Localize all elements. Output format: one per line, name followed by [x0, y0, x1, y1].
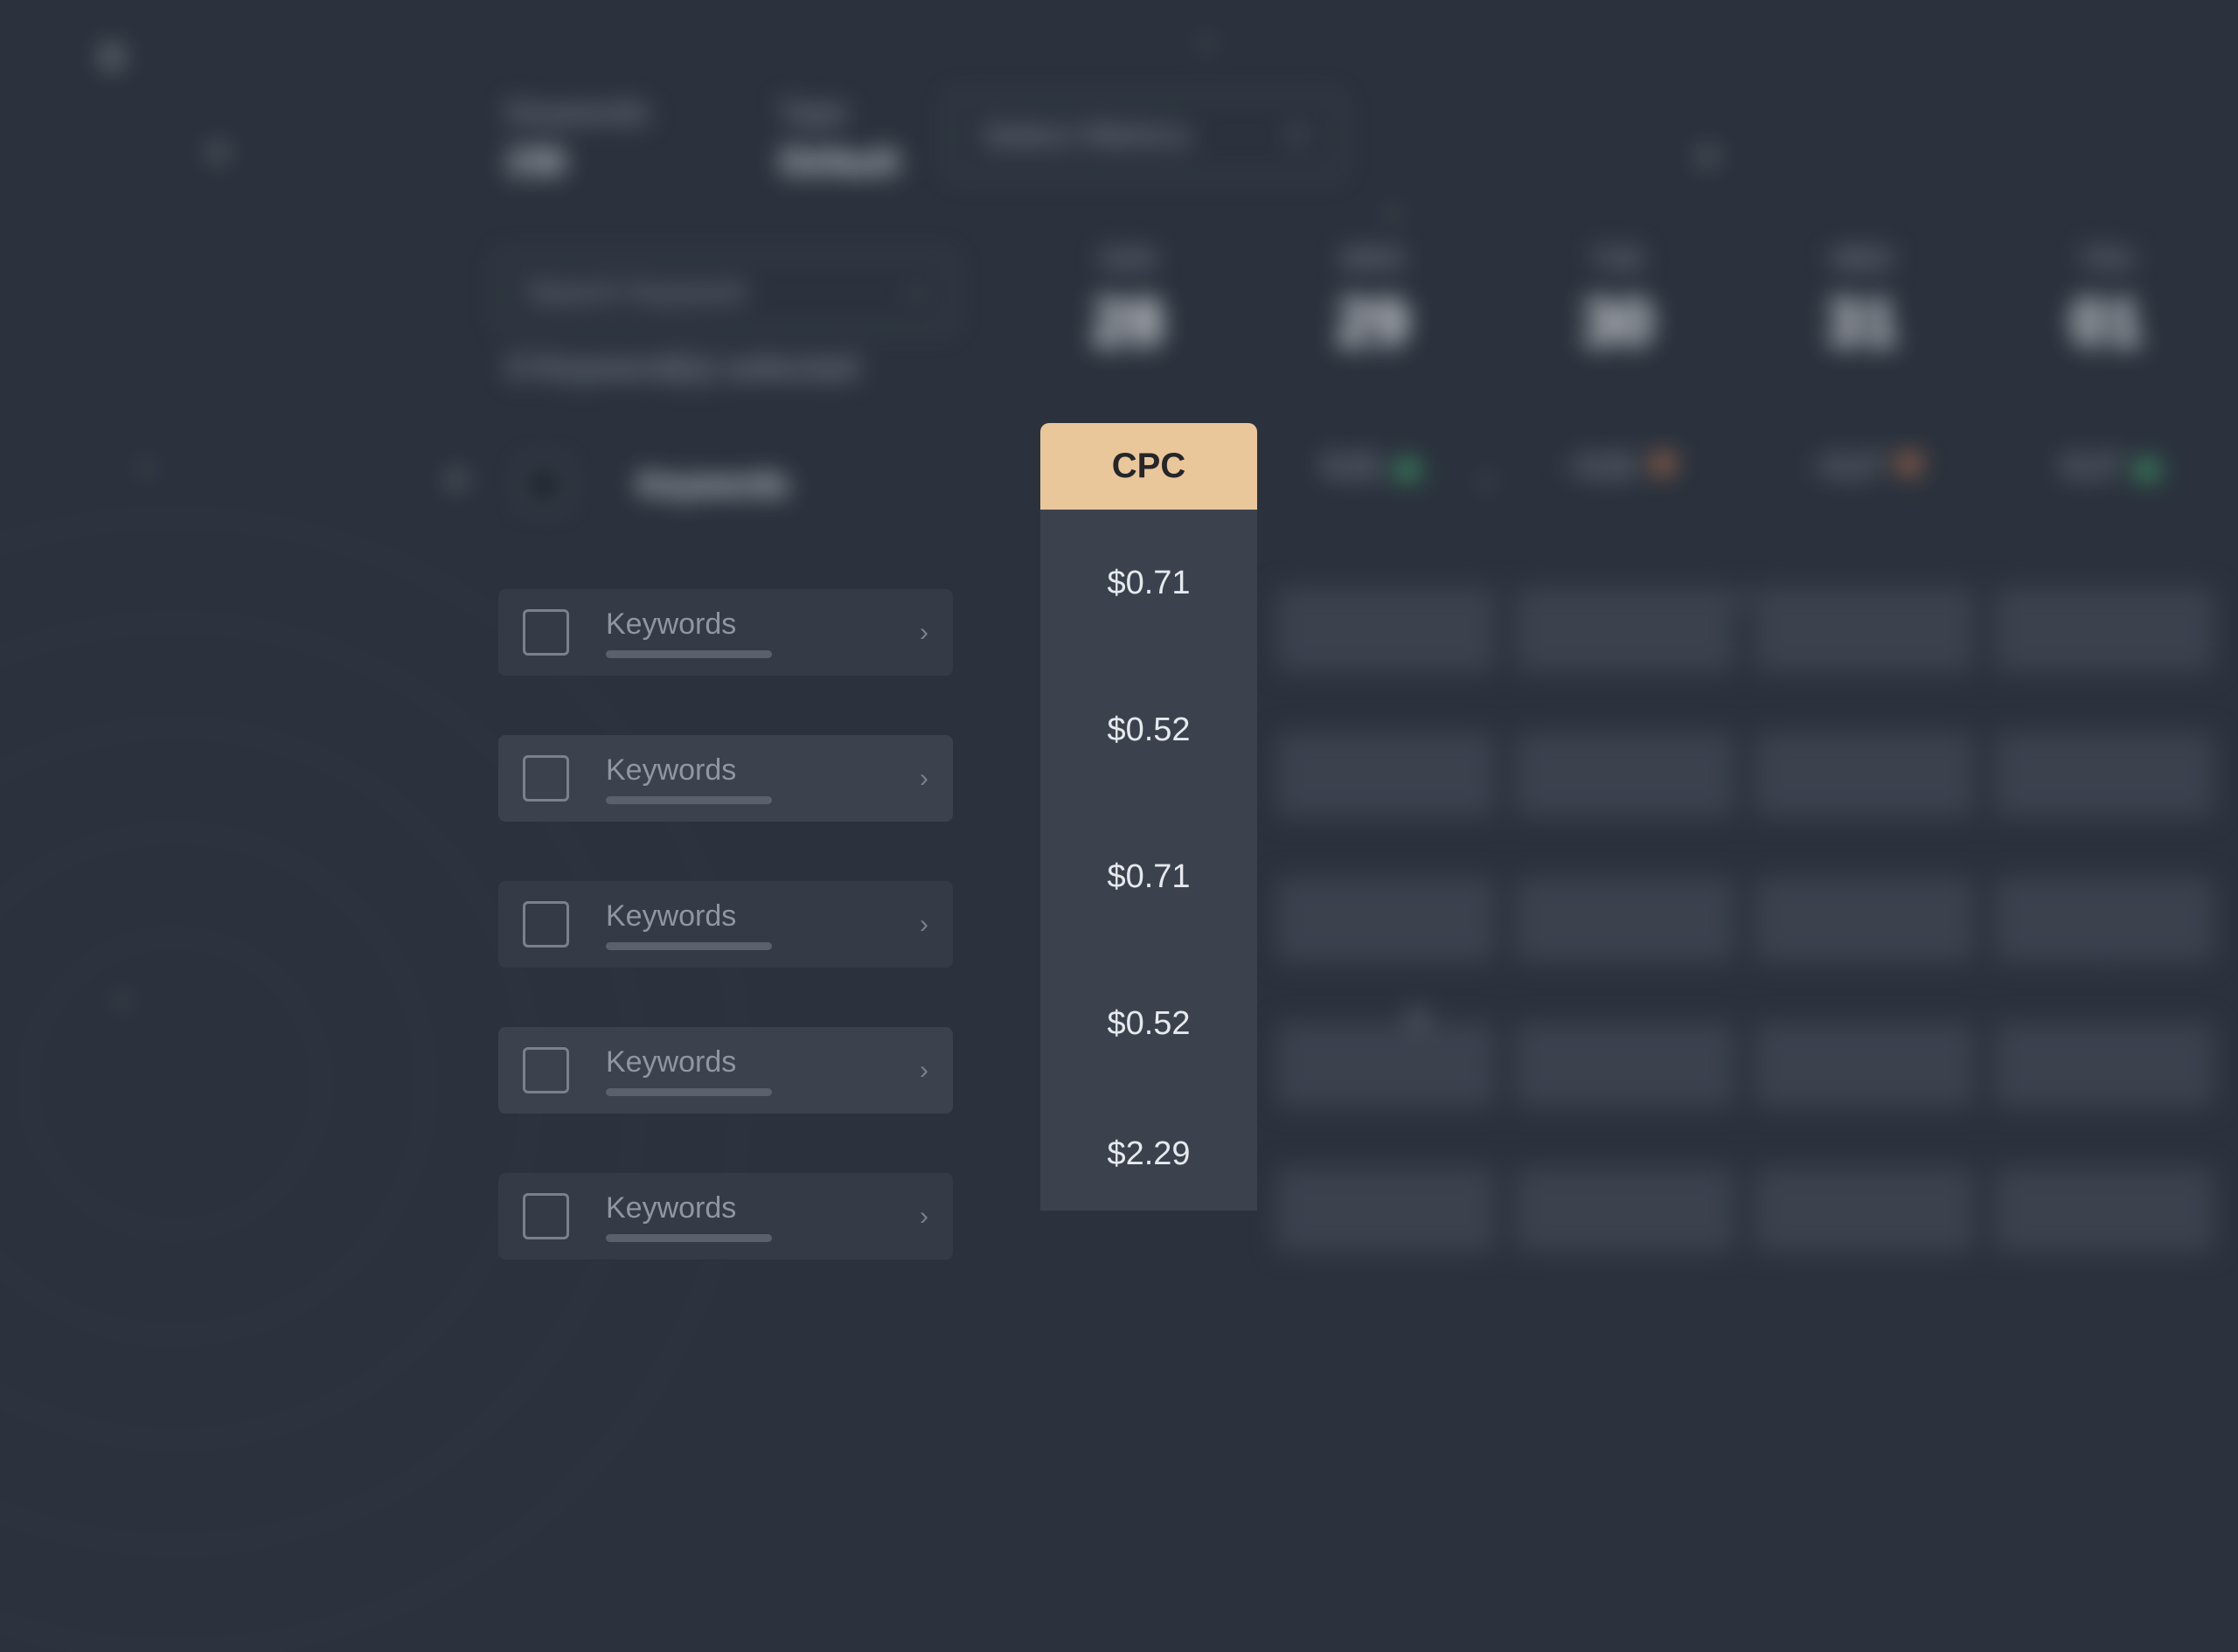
date-header-row: SUN 28 MON 29 TUE 30 WED 31 THU 01: [1049, 245, 2186, 359]
grid-cell[interactable]: [1276, 878, 1495, 961]
keyword-row[interactable]: Keywords ›: [498, 881, 953, 968]
cpc-value: $0.52: [1040, 656, 1257, 803]
change-value: - 0,17: [1808, 449, 1884, 483]
keyword-progress-bar: [606, 796, 772, 804]
trend-down-icon: [1895, 457, 1923, 476]
date-number: 31: [1783, 285, 1941, 359]
row-checkbox[interactable]: [523, 901, 569, 947]
search-icon: ⌕: [909, 275, 925, 309]
chevron-right-icon[interactable]: ›: [920, 910, 928, 940]
grid-cell[interactable]: [1276, 1023, 1495, 1107]
keyword-progress-bar: [606, 650, 772, 658]
metrics-select[interactable]: Select Metrics ▼: [949, 94, 1342, 177]
keywords-value: 236: [507, 142, 650, 182]
keyword-progress-bar: [606, 1234, 772, 1242]
dow-label: TUE: [1539, 245, 1696, 274]
chevron-right-icon[interactable]: ›: [920, 1202, 928, 1232]
grid-cell[interactable]: [1276, 1168, 1495, 1252]
cpc-value: $0.71: [1040, 510, 1257, 656]
type-label: Type: [781, 96, 900, 130]
grid-cell[interactable]: [1755, 587, 1974, 671]
grid-cell[interactable]: [1755, 1168, 1974, 1252]
keyword-row[interactable]: Keywords ›: [498, 1027, 953, 1114]
change-value: - 0,21: [1561, 449, 1637, 483]
keyword-progress-bar: [606, 942, 772, 950]
dow-label: THU: [2028, 245, 2186, 274]
dow-label: MON: [1294, 245, 1451, 274]
keyword-label: Keywords: [606, 753, 920, 788]
row-checkbox[interactable]: [523, 1193, 569, 1239]
dow-label: SUN: [1049, 245, 1206, 274]
date-number: 01: [2028, 285, 2186, 359]
cpc-header: CPC: [1040, 423, 1257, 510]
grid-cell[interactable]: [1276, 587, 1495, 671]
trend-down-icon: [1649, 457, 1677, 476]
row-checkbox[interactable]: [523, 755, 569, 802]
grid-cell[interactable]: [1755, 732, 1974, 816]
data-grid: [1276, 587, 2214, 1313]
grid-cell[interactable]: [1755, 1023, 1974, 1107]
keyword-row[interactable]: Keywords ›: [498, 1173, 953, 1260]
grid-cell[interactable]: [1995, 1023, 2214, 1107]
keyword-row[interactable]: Keywords ›: [498, 589, 953, 676]
grid-cell[interactable]: [1995, 732, 2214, 816]
cpc-column: CPC $0.71 $0.52 $0.71 $0.52 $2.29: [1040, 423, 1257, 1211]
keyword-label: Keywords: [606, 899, 920, 934]
dow-label: WED: [1783, 245, 1941, 274]
keyword-progress-bar: [606, 1088, 772, 1096]
grid-cell[interactable]: [1995, 878, 2214, 961]
metrics-placeholder: Select Metrics: [982, 117, 1191, 155]
keyword-label: Keywords: [606, 1045, 920, 1079]
change-row: 0,21 - 0,21 - 0,17 0,17: [1294, 449, 2191, 483]
change-value: 0,17: [2063, 449, 2121, 483]
date-number: 29: [1294, 285, 1451, 359]
selection-count: 0 Keyword(s) selected: [507, 350, 858, 387]
keywords-column: Keywords › Keywords › Keywords › Keyword…: [498, 589, 953, 1260]
keyword-row[interactable]: Keywords ›: [498, 735, 953, 822]
trend-up-icon: [1394, 457, 1421, 476]
grid-cell[interactable]: [1755, 878, 1974, 961]
chevron-right-icon[interactable]: ›: [920, 1056, 928, 1086]
search-input[interactable]: Search Keyword ⌕: [498, 253, 953, 330]
chevron-right-icon[interactable]: ›: [920, 764, 928, 794]
chevron-right-icon[interactable]: ›: [920, 618, 928, 648]
keyword-label: Keywords: [606, 1191, 920, 1225]
cpc-value: $2.29: [1040, 1097, 1257, 1211]
keywords-cpc-panel: Keywords › Keywords › Keywords › Keyword…: [498, 423, 1257, 1260]
cpc-value: $0.71: [1040, 803, 1257, 950]
grid-cell[interactable]: [1516, 1168, 1734, 1252]
grid-cell[interactable]: [1516, 1023, 1734, 1107]
keyword-label: Keywords: [606, 607, 920, 642]
grid-cell[interactable]: [1516, 878, 1734, 961]
date-number: 28: [1049, 285, 1206, 359]
row-checkbox[interactable]: [523, 1047, 569, 1093]
change-value: 0,21: [1324, 449, 1381, 483]
row-checkbox[interactable]: [523, 609, 569, 656]
chevron-down-icon: ▼: [1286, 122, 1309, 149]
grid-cell[interactable]: [1276, 732, 1495, 816]
keywords-label: Keywords: [507, 96, 650, 130]
type-value: Default: [781, 142, 900, 182]
grid-cell[interactable]: [1995, 587, 2214, 671]
trend-up-icon: [2133, 457, 2161, 476]
cpc-value: $0.52: [1040, 950, 1257, 1097]
date-number: 30: [1539, 285, 1696, 359]
grid-cell[interactable]: [1516, 732, 1734, 816]
header-stats: Keywords 236 Type Default: [507, 96, 899, 182]
search-placeholder: Search Keyword: [526, 275, 744, 309]
grid-cell[interactable]: [1516, 587, 1734, 671]
grid-cell[interactable]: [1995, 1168, 2214, 1252]
